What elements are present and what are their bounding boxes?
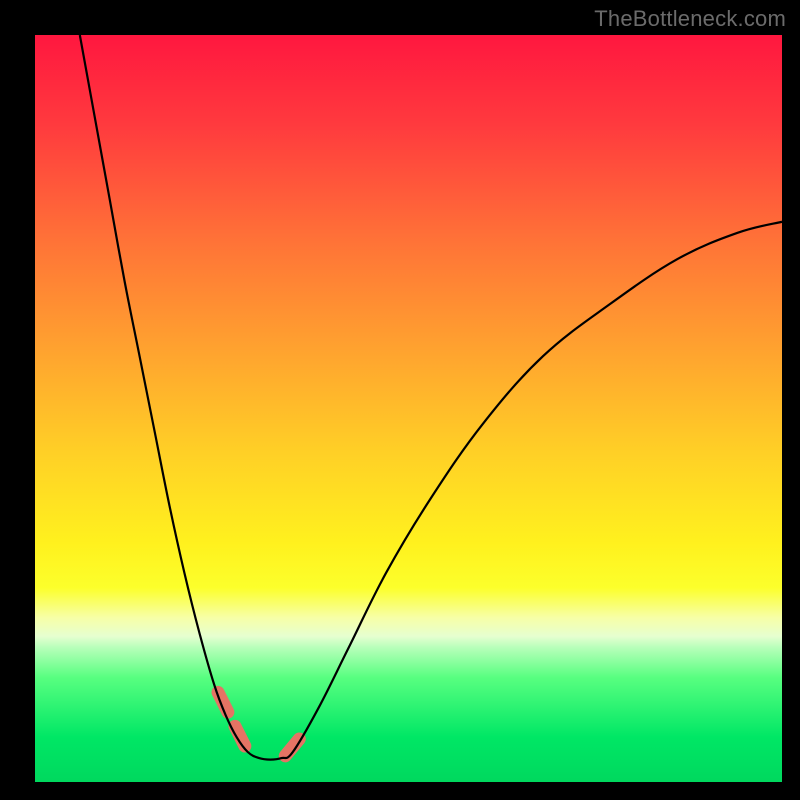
plot-area bbox=[35, 35, 782, 782]
curve-layer bbox=[35, 35, 782, 782]
accent-right bbox=[285, 733, 304, 755]
chart-frame: TheBottleneck.com bbox=[0, 0, 800, 800]
accent-left bbox=[218, 692, 248, 752]
bottleneck-curve bbox=[80, 35, 782, 760]
watermark-text: TheBottleneck.com bbox=[594, 6, 786, 32]
